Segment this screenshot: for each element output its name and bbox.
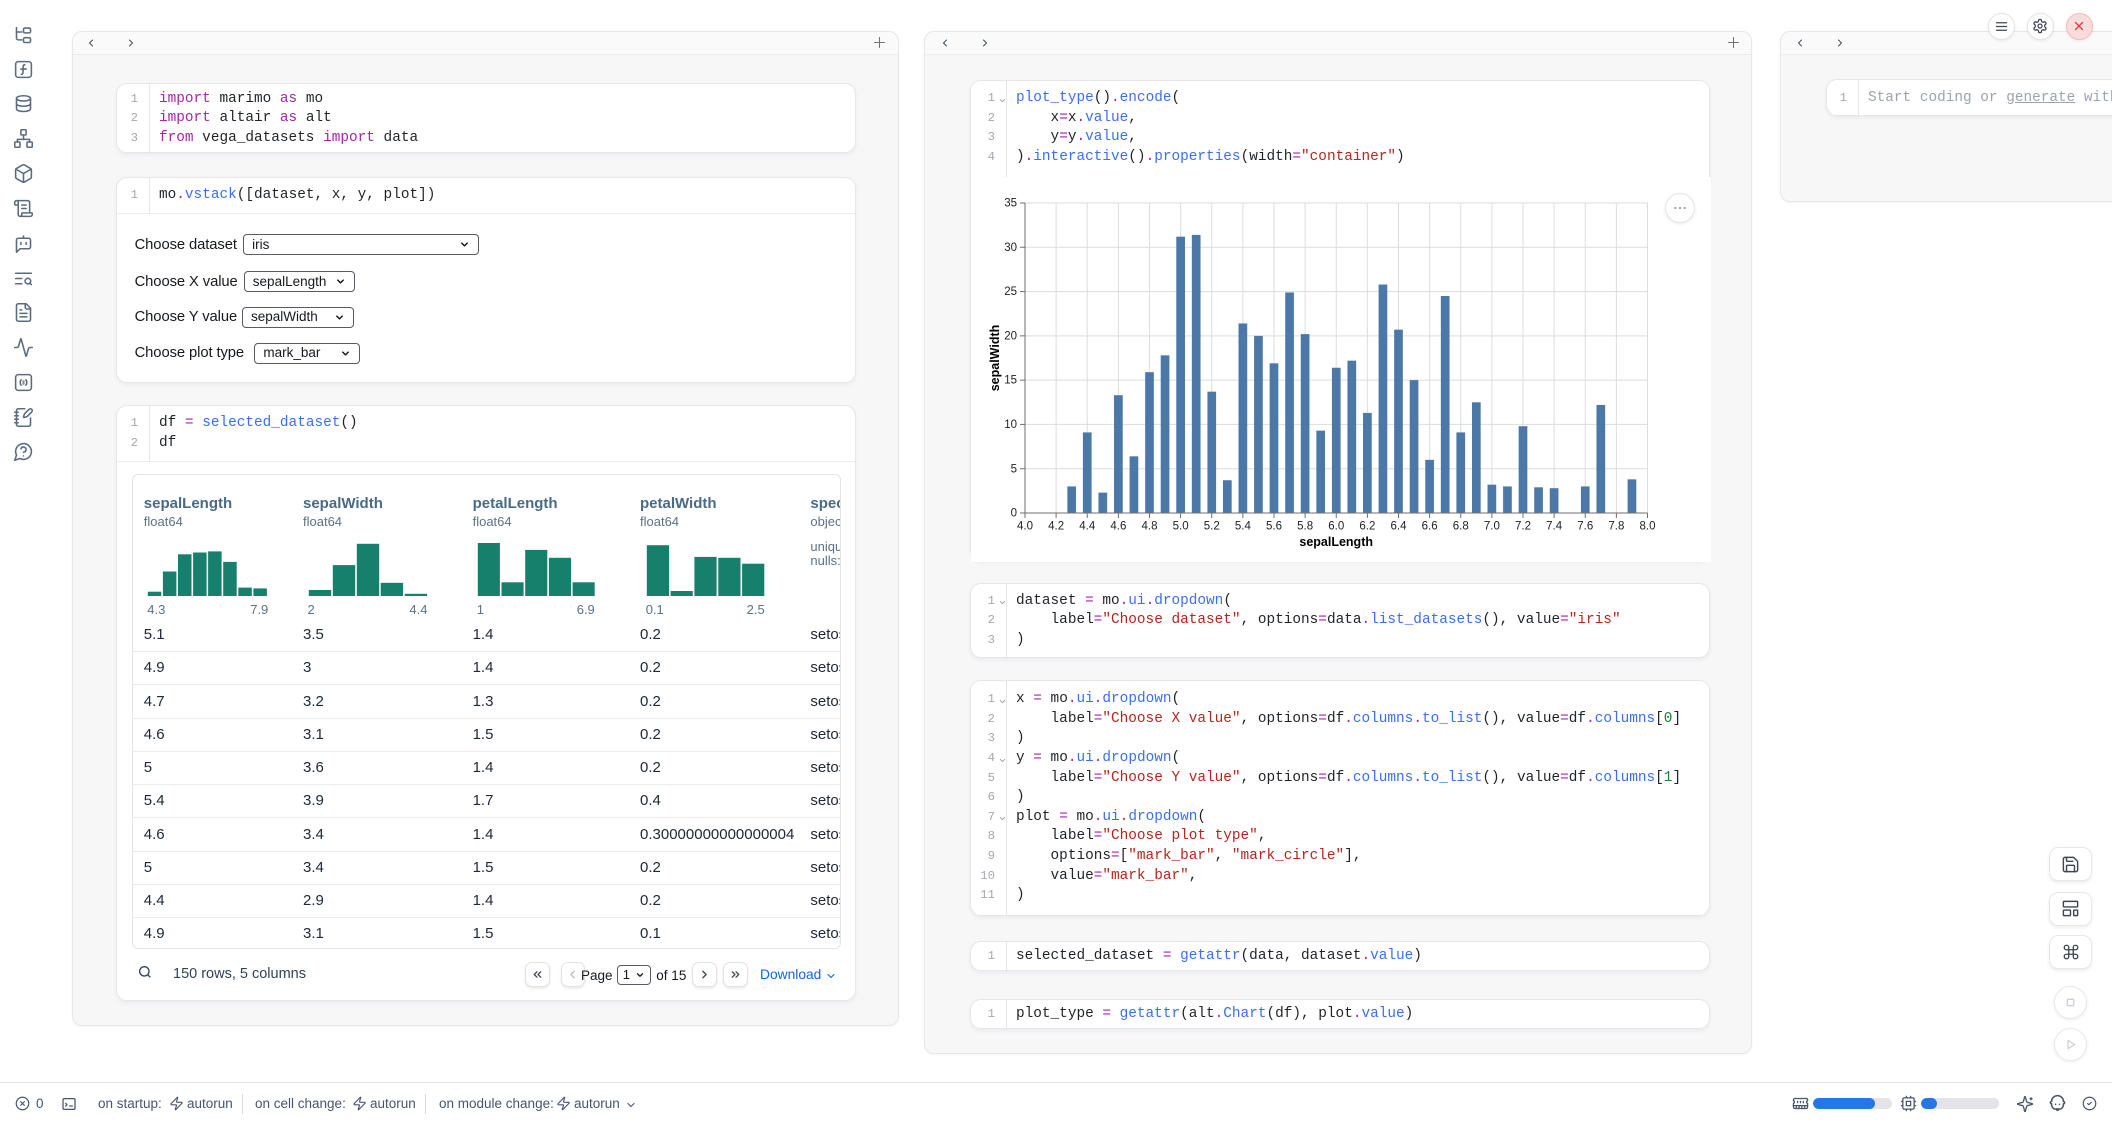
svg-text:6.8: 6.8 [1453, 521, 1469, 533]
svg-text:6.0: 6.0 [1328, 521, 1344, 533]
svg-text:5: 5 [1011, 463, 1017, 475]
svg-text:7.4: 7.4 [1546, 521, 1563, 533]
svg-text:4.2: 4.2 [1048, 521, 1064, 533]
svg-text:6.4: 6.4 [1391, 521, 1408, 533]
svg-text:8.0: 8.0 [1640, 521, 1656, 533]
svg-text:10: 10 [1004, 419, 1017, 431]
svg-text:15: 15 [1004, 375, 1017, 387]
svg-text:0: 0 [1011, 508, 1017, 520]
svg-text:4.8: 4.8 [1142, 521, 1158, 533]
svg-text:7.0: 7.0 [1484, 521, 1500, 533]
svg-text:sepalWidth: sepalWidth [988, 325, 1002, 392]
svg-text:7.6: 7.6 [1577, 521, 1593, 533]
svg-text:20: 20 [1004, 330, 1017, 342]
svg-text:7.8: 7.8 [1608, 521, 1624, 533]
svg-text:4.4: 4.4 [1079, 521, 1096, 533]
svg-text:5.4: 5.4 [1235, 521, 1252, 533]
svg-text:4.0: 4.0 [1017, 521, 1033, 533]
svg-text:5.0: 5.0 [1173, 521, 1189, 533]
svg-text:6.6: 6.6 [1422, 521, 1438, 533]
svg-text:35: 35 [1004, 198, 1017, 210]
svg-text:7.2: 7.2 [1515, 521, 1531, 533]
svg-text:5.2: 5.2 [1204, 521, 1220, 533]
svg-text:sepalLength: sepalLength [1299, 535, 1373, 549]
svg-text:25: 25 [1004, 286, 1017, 298]
svg-text:4.6: 4.6 [1110, 521, 1126, 533]
svg-text:30: 30 [1004, 242, 1017, 254]
svg-text:5.6: 5.6 [1266, 521, 1282, 533]
svg-text:5.8: 5.8 [1297, 521, 1313, 533]
svg-text:6.2: 6.2 [1359, 521, 1375, 533]
